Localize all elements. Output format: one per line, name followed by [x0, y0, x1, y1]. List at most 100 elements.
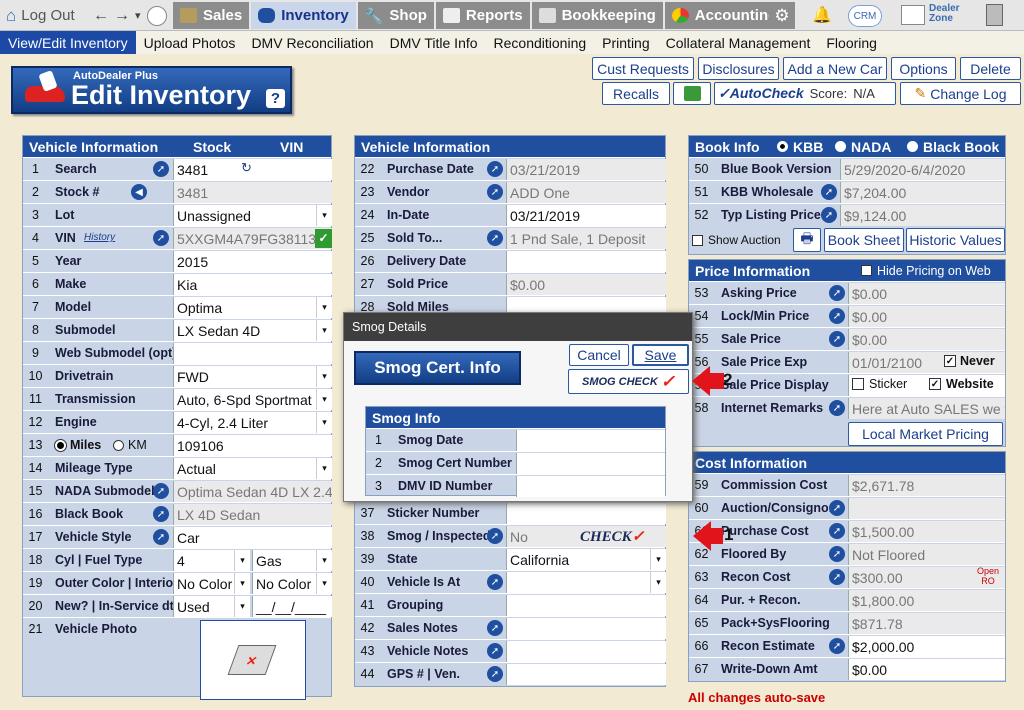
field-value[interactable]: Car — [173, 527, 332, 548]
field-value[interactable]: 4-Cyl, 2.4 Liter — [173, 412, 332, 433]
help-icon[interactable]: ? — [266, 89, 285, 108]
dropdown-chevron-icon[interactable]: ▾ — [316, 366, 332, 387]
field-value[interactable]: $0.00 — [848, 283, 1005, 304]
dropdown-chevron-icon[interactable]: ▾ — [316, 205, 332, 226]
field-value[interactable]: Optima — [173, 297, 332, 318]
subnav-flooring[interactable]: Flooring — [818, 35, 885, 51]
lookup-arrow-icon[interactable]: ➚ — [829, 308, 845, 324]
subnav-upload-photos[interactable]: Upload Photos — [136, 35, 244, 51]
vehicle-photo-placeholder[interactable]: ✕ — [200, 620, 306, 700]
field-value[interactable]: Not Floored — [848, 544, 1005, 565]
field-value[interactable]: Unassigned — [173, 205, 332, 226]
field-value[interactable]: 2015 — [173, 251, 332, 272]
km-radio[interactable]: KM — [113, 438, 147, 452]
lookup-arrow-icon[interactable]: ➚ — [487, 643, 503, 659]
check-button[interactable]: CHECK✓ — [580, 527, 644, 546]
field-value[interactable]: $0.00 — [848, 329, 1005, 350]
field-value[interactable] — [516, 430, 665, 451]
lookup-arrow-icon[interactable]: ➚ — [829, 523, 845, 539]
book-sheet-button[interactable]: Book Sheet — [824, 228, 904, 252]
subnav-dmv-reconciliation[interactable]: DMV Reconciliation — [243, 35, 381, 51]
field-value[interactable]: FWD — [173, 366, 332, 387]
lookup-arrow-icon[interactable]: ➚ — [153, 483, 169, 499]
field-value[interactable] — [173, 343, 332, 364]
miles-radio[interactable]: Miles — [54, 438, 101, 452]
add-new-car-button[interactable]: Add a New Car — [783, 57, 887, 80]
field-value[interactable] — [848, 498, 1005, 519]
show-auction-checkbox[interactable]: Show Auction — [692, 233, 781, 247]
field-value[interactable]: $0.00 — [848, 306, 1005, 327]
field-value[interactable] — [516, 476, 665, 497]
dropdown-chevron-icon[interactable]: ▾ — [234, 573, 250, 594]
tab-inventory[interactable]: Inventory — [251, 2, 356, 29]
subnav-dmv-title-info[interactable]: DMV Title Info — [382, 35, 486, 51]
hide-pricing-checkbox[interactable]: Hide Pricing on Web — [861, 264, 991, 278]
lookup-arrow-icon[interactable]: ➚ — [829, 285, 845, 301]
dropdown-chevron-icon[interactable]: ▾ — [650, 549, 666, 570]
recalls-button[interactable]: Recalls — [602, 82, 670, 105]
lookup-arrow-icon[interactable]: ➚ — [821, 207, 837, 223]
subnav-view-edit-inventory[interactable]: View/Edit Inventory — [0, 31, 136, 54]
lookup-arrow-icon[interactable]: ➚ — [829, 500, 845, 516]
dealer-zone-link[interactable]: Dealer Zone — [929, 4, 971, 24]
chevron-down-icon[interactable]: ▾ — [135, 9, 141, 22]
field-value[interactable]: $0.00 — [848, 659, 1005, 680]
field-value[interactable]: $0.00 — [506, 274, 666, 295]
autocheck-button[interactable]: ✓AutoCheck Score: N/A — [714, 82, 896, 105]
dropdown-chevron-icon[interactable]: ▾ — [650, 572, 666, 593]
delete-button[interactable]: Delete — [960, 57, 1021, 80]
subnav-reconditioning[interactable]: Reconditioning — [486, 35, 595, 51]
tab-sales[interactable]: Sales — [173, 2, 250, 29]
field-value[interactable]: $9,124.00 — [840, 205, 1005, 226]
field-value[interactable]: $7,204.00 — [840, 182, 1005, 203]
website-checkbox[interactable]: ✓ Website — [929, 377, 994, 391]
lookup-arrow-icon[interactable]: ➚ — [487, 230, 503, 246]
lookup-arrow-icon[interactable]: ➚ — [829, 331, 845, 347]
dropdown-chevron-icon[interactable]: ▾ — [316, 573, 332, 594]
lookup-arrow-icon[interactable]: ➚ — [487, 574, 503, 590]
field-value[interactable]: LX 4D Sedan — [173, 504, 332, 525]
field-value[interactable]: Actual — [173, 458, 332, 479]
lookup-arrow-icon[interactable]: ➚ — [829, 638, 845, 654]
never-checkbox[interactable]: ✓ Never — [944, 354, 995, 368]
cancel-button[interactable]: Cancel — [569, 344, 629, 366]
field-value[interactable]: $871.78 — [848, 613, 1005, 634]
field-value[interactable]: 03/21/2019 — [506, 205, 666, 226]
dropdown-chevron-icon[interactable]: ▾ — [316, 412, 332, 433]
field-value[interactable] — [506, 618, 666, 639]
open-ro-link[interactable]: Open RO — [974, 566, 1002, 586]
lookup-arrow-icon[interactable]: ➚ — [487, 528, 503, 544]
field-value[interactable] — [506, 664, 666, 685]
field-value[interactable]: $2,671.78 — [848, 475, 1005, 496]
radio-blackbook[interactable]: Black Book — [907, 139, 999, 155]
local-market-pricing-button[interactable]: Local Market Pricing — [848, 422, 1003, 446]
dropdown-chevron-icon[interactable]: ▾ — [316, 389, 332, 410]
lookup-arrow-icon[interactable]: ➚ — [829, 546, 845, 562]
spreadsheet-button[interactable] — [673, 82, 711, 105]
field-value[interactable]: 109106 — [173, 435, 332, 456]
lookup-arrow-icon[interactable]: ➚ — [153, 529, 169, 545]
field-value[interactable]: $1,500.00 — [848, 521, 1005, 542]
save-button[interactable]: Save — [632, 344, 689, 366]
radio-nada[interactable]: NADA — [835, 139, 891, 155]
field-value[interactable]: 3481 — [173, 159, 332, 180]
crm-button[interactable]: CRM — [848, 5, 882, 27]
options-button[interactable]: Options — [891, 57, 956, 80]
lookup-arrow-icon[interactable]: ➚ — [487, 620, 503, 636]
field-value[interactable] — [506, 572, 666, 593]
field-value[interactable]: Optima Sedan 4D LX 2.4 — [173, 481, 332, 502]
field-value[interactable] — [506, 641, 666, 662]
field-value[interactable]: $2,000.00 — [848, 636, 1005, 657]
dropdown-chevron-icon[interactable]: ▾ — [316, 320, 332, 341]
radio-kbb[interactable]: KBB — [777, 139, 823, 155]
subnav-collateral-management[interactable]: Collateral Management — [658, 35, 819, 51]
lookup-arrow-icon[interactable]: ➚ — [153, 161, 169, 177]
field-value[interactable]: 1 Pnd Sale, 1 Deposit — [506, 228, 666, 249]
field-value[interactable]: 5XXGM4A79FG381134 — [173, 228, 332, 249]
gear-icon[interactable]: ⚙ — [769, 2, 795, 29]
subnav-printing[interactable]: Printing — [594, 35, 657, 51]
calculator-icon[interactable] — [986, 4, 1003, 26]
tab-shop[interactable]: 🔧 Shop — [357, 2, 434, 29]
user-avatar-icon[interactable] — [147, 6, 167, 26]
change-log-button[interactable]: ✎ Change Log — [900, 82, 1021, 105]
